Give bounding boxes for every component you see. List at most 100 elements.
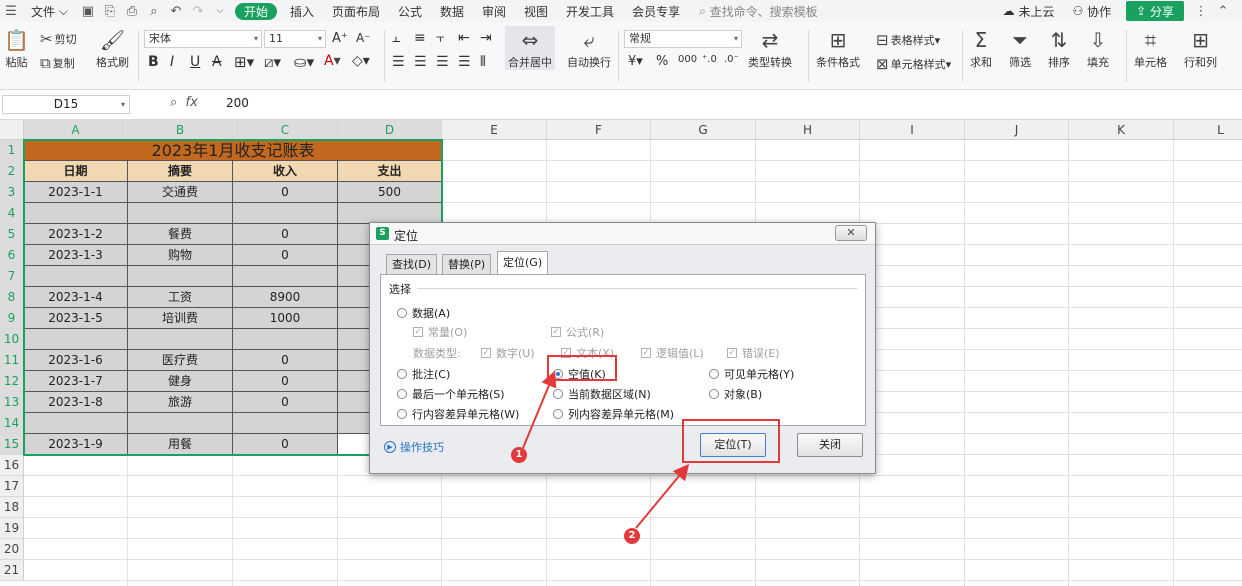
row-header[interactable]: 2 — [0, 161, 24, 182]
increase-decimal-icon[interactable]: ⁺.0 — [702, 54, 717, 65]
increase-font-button[interactable]: A⁺ — [332, 31, 348, 46]
table-cell[interactable]: 工资 — [128, 287, 233, 308]
row-header[interactable]: 17 — [0, 476, 24, 497]
cut-button[interactable]: ✂ 剪切 — [40, 30, 77, 48]
table-cell[interactable] — [128, 413, 233, 434]
column-header[interactable]: K — [1069, 120, 1174, 140]
table-cell[interactable]: 0 — [233, 182, 338, 203]
check-constant[interactable]: ✓ 常量(O) — [413, 324, 467, 340]
indent-increase-icon[interactable]: ⇥ — [480, 30, 492, 46]
row-header[interactable]: 10 — [0, 329, 24, 350]
indent-decrease-icon[interactable]: ⇤ — [458, 30, 470, 46]
radio-visible-cells[interactable]: 可见单元格(Y) — [709, 366, 794, 382]
font-name-select[interactable]: 宋体 ▾ — [144, 30, 262, 48]
radio-row-diff[interactable]: 行内容差异单元格(W) — [397, 406, 519, 422]
decrease-font-button[interactable]: A⁻ — [356, 31, 371, 45]
row-header[interactable]: 11 — [0, 350, 24, 371]
merge-center-button[interactable]: ⇔ 合并居中 — [505, 26, 555, 70]
align-bottom-icon[interactable]: ⫟ — [436, 30, 444, 46]
tab-page-layout[interactable]: 页面布局 — [323, 0, 389, 22]
table-cell[interactable]: 2023-1-1 — [24, 182, 128, 203]
column-header[interactable]: J — [965, 120, 1069, 140]
tab-home[interactable]: 开始 — [234, 2, 277, 20]
table-cell[interactable]: 1000 — [233, 308, 338, 329]
align-left-icon[interactable]: ☰ — [392, 54, 405, 70]
bold-button[interactable]: B — [148, 54, 159, 70]
align-center-icon[interactable]: ☰ — [414, 54, 427, 70]
table-cell[interactable]: 0 — [233, 224, 338, 245]
row-header[interactable]: 3 — [0, 182, 24, 203]
column-header[interactable]: A — [24, 120, 128, 140]
table-cell[interactable]: 健身 — [128, 371, 233, 392]
table-cell[interactable] — [233, 413, 338, 434]
align-top-icon[interactable]: ⫠ — [392, 30, 400, 46]
row-header[interactable]: 21 — [0, 560, 24, 581]
column-header[interactable]: E — [442, 120, 547, 140]
select-all-corner[interactable] — [0, 120, 24, 140]
row-header[interactable]: 13 — [0, 392, 24, 413]
table-cell[interactable]: 用餐 — [128, 434, 233, 455]
collapse-ribbon-icon[interactable]: ⌃ — [1212, 0, 1234, 22]
menu-file[interactable]: 文件 ⌵ — [22, 0, 77, 22]
tab-developer[interactable]: 开发工具 — [557, 0, 623, 22]
table-cell[interactable] — [233, 329, 338, 350]
locate-button[interactable]: 定位(T) — [700, 433, 766, 457]
redo-icon[interactable]: ↷ — [187, 0, 209, 22]
thousands-icon[interactable]: 000 — [678, 54, 697, 65]
row-header[interactable]: 20 — [0, 539, 24, 560]
table-cell[interactable]: 2023-1-2 — [24, 224, 128, 245]
fill-button[interactable]: ⇩ 填充 — [1087, 26, 1109, 70]
percent-icon[interactable]: % — [656, 54, 668, 69]
row-header[interactable]: 1 — [0, 140, 24, 161]
row-header[interactable]: 19 — [0, 518, 24, 539]
table-cell[interactable]: 交通费 — [128, 182, 233, 203]
print-preview-icon[interactable]: ⌕ — [143, 0, 165, 22]
fill-color-icon[interactable]: ⛀▾ — [294, 53, 314, 71]
save-icon[interactable]: ▣ — [77, 0, 99, 22]
table-header-cell[interactable]: 日期 — [24, 161, 128, 182]
table-cell[interactable] — [24, 203, 128, 224]
radio-data[interactable]: 数据(A) — [397, 305, 450, 321]
radio-object[interactable]: 对象(B) — [709, 386, 762, 402]
table-cell[interactable]: 0 — [233, 371, 338, 392]
table-cell[interactable] — [128, 203, 233, 224]
currency-icon[interactable]: ¥▾ — [628, 54, 643, 69]
table-cell[interactable]: 培训费 — [128, 308, 233, 329]
row-header[interactable]: 14 — [0, 413, 24, 434]
chevron-down-icon[interactable]: ⌵ — [209, 0, 231, 22]
hamburger-icon[interactable]: ☰ — [0, 0, 22, 22]
row-header[interactable]: 5 — [0, 224, 24, 245]
tab-view[interactable]: 视图 — [515, 0, 557, 22]
close-button[interactable]: 关闭 — [797, 433, 863, 457]
formula-zoom[interactable]: ⌕ fx — [170, 95, 198, 110]
table-cell[interactable]: 2023-1-9 — [24, 434, 128, 455]
column-header[interactable]: D — [338, 120, 442, 140]
table-cell[interactable]: 2023-1-7 — [24, 371, 128, 392]
dialog-titlebar[interactable]: S 定位 ✕ — [370, 223, 875, 245]
table-header-cell[interactable]: 支出 — [338, 161, 442, 182]
row-header[interactable]: 4 — [0, 203, 24, 224]
row-header[interactable]: 8 — [0, 287, 24, 308]
tab-member[interactable]: 会员专享 — [623, 0, 689, 22]
border-icon[interactable]: ⊞▾ — [234, 53, 254, 71]
type-convert-button[interactable]: ⇄ 类型转换 — [748, 26, 792, 70]
column-header[interactable]: H — [756, 120, 860, 140]
formula-input[interactable]: 200 — [226, 96, 249, 110]
radio-comment[interactable]: 批注(C) — [397, 366, 450, 382]
row-col-button[interactable]: ⊞ 行和列 — [1184, 26, 1217, 70]
table-title[interactable]: 2023年1月收支记账表 — [24, 140, 442, 161]
more-icon[interactable]: ⋮ — [1190, 0, 1212, 22]
table-header-cell[interactable]: 摘要 — [128, 161, 233, 182]
row-header[interactable]: 9 — [0, 308, 24, 329]
justify-icon[interactable]: ☰ — [458, 54, 471, 70]
check-formula[interactable]: ✓ 公式(R) — [551, 324, 604, 340]
cloud-status[interactable]: ☁ 未上云 — [994, 0, 1064, 22]
column-header[interactable]: G — [651, 120, 756, 140]
check-logic[interactable]: ✓ 逻辑值(L) — [641, 345, 704, 361]
radio-current-region[interactable]: 当前数据区域(N) — [553, 386, 651, 402]
table-cell[interactable]: 医疗费 — [128, 350, 233, 371]
tab-data[interactable]: 数据 — [431, 0, 473, 22]
table-cell[interactable]: 旅游 — [128, 392, 233, 413]
format-painter-button[interactable]: 🖌 格式刷 — [96, 26, 129, 70]
share-button[interactable]: ⇪ 分享 — [1126, 1, 1184, 21]
